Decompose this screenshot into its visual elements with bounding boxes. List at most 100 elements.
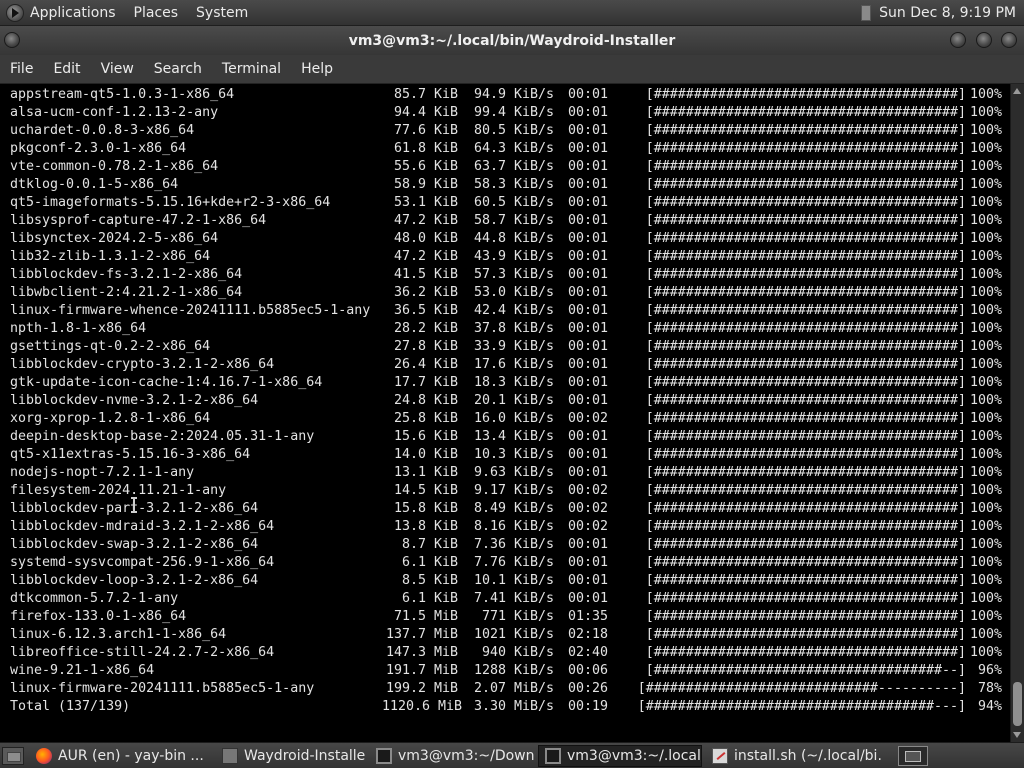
download-speed: 37.8 KiB/s bbox=[473, 321, 554, 336]
system-menu[interactable]: System bbox=[187, 0, 257, 25]
window-title-bar[interactable]: vm3@vm3:~/.local/bin/Waydroid-Installer bbox=[0, 26, 1024, 55]
tray-icon[interactable] bbox=[861, 4, 872, 21]
menu-view[interactable]: View bbox=[91, 61, 144, 77]
taskbar-task[interactable]: install.sh (~/.local/bi... bbox=[706, 745, 882, 767]
progress-percent: 100% bbox=[969, 483, 1002, 498]
task-list: AUR (en) - yay-bin ... Waydroid-Installer… bbox=[30, 744, 886, 767]
terminal-line: linux-firmware-20241111.b5885ec5-1-any 19… bbox=[10, 680, 1010, 698]
terminal-line: pkgconf-2.3.0-1-x86_64 61.8 KiB 64.3 KiB/s… bbox=[10, 140, 1010, 158]
terminal-line: npth-1.8-1-x86_64 28.2 KiB 37.8 KiB/s 00:01… bbox=[10, 320, 1010, 338]
progress-percent: 100% bbox=[969, 627, 1002, 642]
taskbar: AUR (en) - yay-bin ... Waydroid-Installer… bbox=[0, 742, 1024, 768]
download-size: 6.1 KiB bbox=[401, 591, 458, 606]
window-menu-button[interactable] bbox=[4, 32, 20, 48]
scroll-up-icon[interactable] bbox=[1013, 88, 1021, 94]
top-panel: Applications Places System Sun Dec 8, 9:… bbox=[0, 0, 1024, 26]
download-speed: 18.3 KiB/s bbox=[473, 375, 554, 390]
download-time: 00:01 bbox=[567, 429, 608, 444]
progress-percent: 100% bbox=[969, 537, 1002, 552]
menu-file[interactable]: File bbox=[0, 61, 43, 77]
taskbar-task[interactable]: vm3@vm3:~/Downl... bbox=[370, 745, 534, 767]
show-desktop-button[interactable] bbox=[2, 746, 24, 765]
panel-right: Sun Dec 8, 9:19 PM bbox=[861, 4, 1024, 21]
package-name: libreoffice-still-24.2.7-2-x86_64 bbox=[10, 645, 275, 660]
terminal-line: uchardet-0.0.8-3-x86_64 77.6 KiB 80.5 KiB/… bbox=[10, 122, 1010, 140]
progress-bar-text: [######################################] bbox=[645, 555, 966, 570]
progress-percent: 78% bbox=[977, 681, 1002, 696]
progress-bar-text: [######################################] bbox=[645, 195, 966, 210]
download-speed: 43.9 KiB/s bbox=[473, 249, 554, 264]
download-time: 00:01 bbox=[567, 591, 608, 606]
progress-bar-text: [######################################] bbox=[645, 339, 966, 354]
download-time: 00:01 bbox=[567, 141, 608, 156]
terminal-line: systemd-sysvcompat-256.9-1-x86_64 6.1 KiB… bbox=[10, 554, 1010, 572]
applications-menu[interactable]: Applications bbox=[0, 0, 125, 25]
download-time: 00:01 bbox=[567, 447, 608, 462]
download-speed: 9.63 KiB/s bbox=[473, 465, 554, 480]
taskbar-task-label: vm3@vm3:~/.local/... bbox=[567, 747, 701, 764]
progress-bar-text: [######################################] bbox=[645, 483, 966, 498]
download-size: 13.1 KiB bbox=[393, 465, 458, 480]
menu-search[interactable]: Search bbox=[144, 61, 212, 77]
progress-percent: 100% bbox=[969, 339, 1002, 354]
download-time: 00:01 bbox=[567, 105, 608, 120]
package-name: filesystem-2024.11.21-1-any bbox=[10, 483, 227, 498]
minimize-button[interactable] bbox=[950, 32, 966, 48]
workspace-switcher[interactable] bbox=[898, 745, 928, 766]
progress-percent: 100% bbox=[969, 357, 1002, 372]
maximize-button[interactable] bbox=[976, 32, 992, 48]
download-time: 00:19 bbox=[567, 699, 608, 714]
download-size: 15.6 KiB bbox=[393, 429, 458, 444]
window-title: vm3@vm3:~/.local/bin/Waydroid-Installer bbox=[348, 32, 676, 49]
package-name: firefox-133.0-1-x86_64 bbox=[10, 609, 187, 624]
taskbar-task[interactable]: AUR (en) - yay-bin ... bbox=[30, 745, 212, 767]
clock[interactable]: Sun Dec 8, 9:19 PM bbox=[879, 5, 1016, 21]
download-speed: 16.0 KiB/s bbox=[473, 411, 554, 426]
taskbar-task[interactable]: Waydroid-Installer bbox=[216, 745, 366, 767]
scroll-thumb[interactable] bbox=[1013, 682, 1022, 726]
download-size: 41.5 KiB bbox=[393, 267, 458, 282]
terminal-output[interactable]: appstream-qt5-1.0.3-1-x86_64 85.7 KiB 94.9… bbox=[0, 84, 1010, 742]
download-time: 00:02 bbox=[567, 519, 608, 534]
progress-bar-text: [######################################] bbox=[645, 159, 966, 174]
package-name: wine-9.21-1-x86_64 bbox=[10, 663, 155, 678]
progress-bar-text: [######################################] bbox=[645, 375, 966, 390]
download-speed: 53.0 KiB/s bbox=[473, 285, 554, 300]
progress-percent: 100% bbox=[969, 591, 1002, 606]
download-time: 00:01 bbox=[567, 555, 608, 570]
progress-percent: 100% bbox=[969, 375, 1002, 390]
download-time: 00:01 bbox=[567, 87, 608, 102]
vertical-scrollbar[interactable] bbox=[1010, 84, 1024, 742]
taskbar-task-label: AUR (en) - yay-bin ... bbox=[58, 747, 204, 764]
progress-percent: 100% bbox=[969, 195, 1002, 210]
close-button[interactable] bbox=[1001, 32, 1017, 48]
download-speed: 7.41 KiB/s bbox=[473, 591, 554, 606]
menu-edit[interactable]: Edit bbox=[43, 61, 90, 77]
scroll-down-icon[interactable] bbox=[1013, 732, 1021, 738]
menu-terminal[interactable]: Terminal bbox=[212, 61, 291, 77]
progress-percent: 100% bbox=[969, 393, 1002, 408]
download-speed: 64.3 KiB/s bbox=[473, 141, 554, 156]
download-speed: 44.8 KiB/s bbox=[473, 231, 554, 246]
download-size: 55.6 KiB bbox=[393, 159, 458, 174]
terminal-line: libreoffice-still-24.2.7-2-x86_64 147.3 M… bbox=[10, 644, 1010, 662]
package-name: Total (137/139) bbox=[10, 699, 131, 714]
terminal-line: qt5-x11extras-5.15.16-3-x86_64 14.0 KiB 10… bbox=[10, 446, 1010, 464]
menu-help[interactable]: Help bbox=[291, 61, 343, 77]
progress-bar-text: [######################################] bbox=[645, 609, 966, 624]
progress-bar-text: [######################################] bbox=[645, 267, 966, 282]
download-time: 00:01 bbox=[567, 231, 608, 246]
package-name: nodejs-nopt-7.2.1-1-any bbox=[10, 465, 195, 480]
places-menu[interactable]: Places bbox=[125, 0, 188, 25]
taskbar-task[interactable]: vm3@vm3:~/.local/... bbox=[538, 744, 702, 767]
download-speed: 99.4 KiB/s bbox=[473, 105, 554, 120]
progress-bar-text: [######################################] bbox=[645, 87, 966, 102]
terminal-line: firefox-133.0-1-x86_64 71.5 MiB 771 KiB/s 0… bbox=[10, 608, 1010, 626]
download-size: 6.1 KiB bbox=[401, 555, 458, 570]
download-speed: 8.49 KiB/s bbox=[473, 501, 554, 516]
download-size: 94.4 KiB bbox=[393, 105, 458, 120]
download-size: 85.7 KiB bbox=[393, 87, 458, 102]
progress-percent: 100% bbox=[969, 123, 1002, 138]
package-name: gtk-update-icon-cache-1:4.16.7-1-x86_64 bbox=[10, 375, 323, 390]
terminal-lines: appstream-qt5-1.0.3-1-x86_64 85.7 KiB 94.9… bbox=[10, 86, 1010, 716]
